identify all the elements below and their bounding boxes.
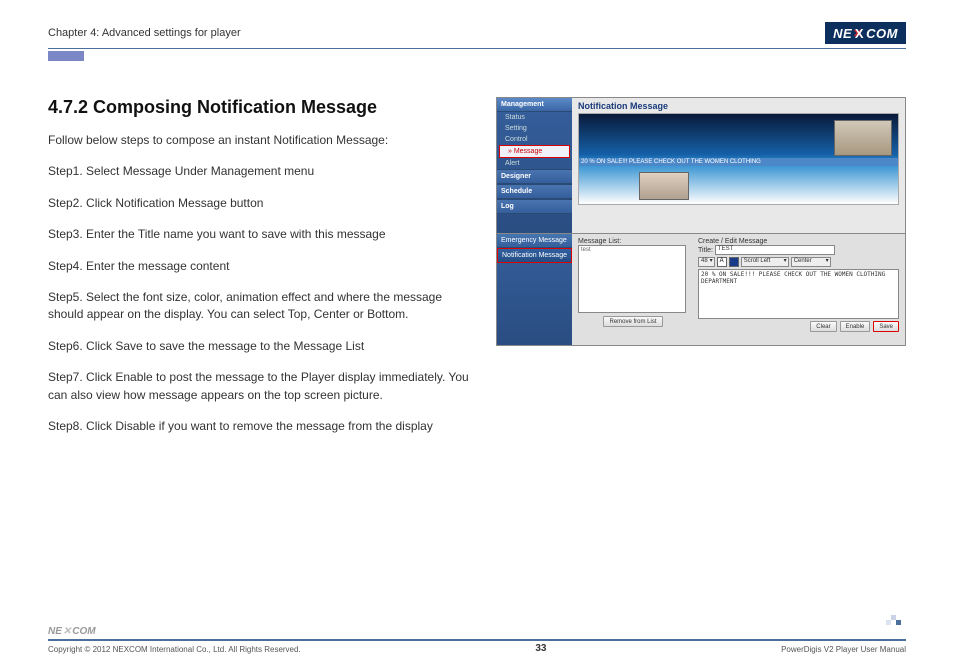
- ss-side-alert[interactable]: Alert: [497, 158, 572, 169]
- section-heading: 4.7.2 Composing Notification Message: [48, 97, 476, 118]
- ss-create-label: Create / Edit Message: [698, 238, 899, 245]
- step-8: Step8. Click Disable if you want to remo…: [48, 418, 476, 435]
- ss-position-select[interactable]: Center: [791, 257, 831, 267]
- step-1: Step1. Select Message Under Management m…: [48, 163, 476, 180]
- ss-emergency-tab[interactable]: Emergency Message: [497, 234, 572, 248]
- page-number: 33: [535, 643, 546, 654]
- ss-content-textarea[interactable]: 20 % ON SALE!!! PLEASE CHECK OUT THE WOM…: [698, 269, 899, 319]
- step-2: Step2. Click Notification Message button: [48, 195, 476, 212]
- accent-bar: [48, 51, 84, 61]
- ss-panel-title: Notification Message: [578, 101, 899, 111]
- ss-title-input[interactable]: TEST: [715, 245, 835, 255]
- app-screenshot: Management Status Setting Control » Mess…: [496, 97, 906, 346]
- step-3: Step3. Enter the Title name you want to …: [48, 226, 476, 243]
- ss-scroll-select[interactable]: Scroll Left: [741, 257, 789, 267]
- step-4: Step4. Enter the message content: [48, 258, 476, 275]
- ss-side-designer[interactable]: Designer: [497, 169, 572, 184]
- ss-color-a[interactable]: A: [717, 257, 727, 267]
- step-5: Step5. Select the font size, color, anim…: [48, 289, 476, 324]
- footer-logo: NE✕COM: [48, 626, 906, 637]
- ss-side-management[interactable]: Management: [497, 98, 572, 112]
- ss-main-panel: Notification Message 20 % ON SALE!!! PLE…: [572, 98, 905, 233]
- ss-enable-button[interactable]: Enable: [840, 321, 871, 332]
- ss-preview-ticker: 20 % ON SALE!!! PLEASE CHECK OUT THE WOM…: [579, 158, 898, 166]
- ss-message-listbox[interactable]: test: [578, 245, 686, 313]
- ss-side-control[interactable]: Control: [497, 134, 572, 145]
- nexcom-logo: NE X COM: [825, 22, 906, 44]
- step-6: Step6. Click Save to save the message to…: [48, 338, 476, 355]
- ss-title-label: Title:: [698, 247, 713, 254]
- ss-side-status[interactable]: Status: [497, 112, 572, 123]
- ss-clear-button[interactable]: Clear: [810, 321, 836, 332]
- ss-preview-thumb2: [639, 172, 689, 200]
- ss-notification-tab[interactable]: Notification Message: [497, 248, 572, 263]
- ss-side-setting[interactable]: Setting: [497, 123, 572, 134]
- page-footer: NE✕COM Copyright © 2012 NEXCOM Internati…: [48, 626, 906, 654]
- ss-bottom-sidebar: Emergency Message Notification Message: [497, 234, 572, 345]
- ss-save-button[interactable]: Save: [873, 321, 899, 332]
- screenshot-column: Management Status Setting Control » Mess…: [496, 97, 906, 449]
- chapter-title: Chapter 4: Advanced settings for player: [48, 27, 241, 39]
- ss-fontsize-select[interactable]: 48: [698, 257, 715, 267]
- footer-decoration: [886, 615, 906, 625]
- text-column: 4.7.2 Composing Notification Message Fol…: [48, 97, 476, 449]
- ss-side-log[interactable]: Log: [497, 199, 572, 214]
- intro-text: Follow below steps to compose an instant…: [48, 132, 476, 149]
- footer-doc-title: PowerDigis V2 Player User Manual: [781, 645, 906, 654]
- ss-side-message[interactable]: » Message: [499, 145, 570, 158]
- ss-display-preview: 20 % ON SALE!!! PLEASE CHECK OUT THE WOM…: [578, 113, 899, 205]
- ss-remove-button[interactable]: Remove from List: [603, 316, 662, 327]
- step-7: Step7. Click Enable to post the message …: [48, 369, 476, 404]
- ss-side-schedule[interactable]: Schedule: [497, 184, 572, 199]
- ss-editor-panel: Message List: test Remove from List Crea…: [572, 234, 905, 345]
- footer-copyright: Copyright © 2012 NEXCOM International Co…: [48, 645, 301, 654]
- ss-bgcolor-swatch[interactable]: [729, 257, 739, 267]
- ss-list-item[interactable]: test: [581, 247, 683, 253]
- page-header: Chapter 4: Advanced settings for player …: [48, 22, 906, 49]
- ss-sidebar: Management Status Setting Control » Mess…: [497, 98, 572, 233]
- ss-message-list-label: Message List:: [578, 238, 688, 245]
- ss-preview-thumb1: [834, 120, 892, 156]
